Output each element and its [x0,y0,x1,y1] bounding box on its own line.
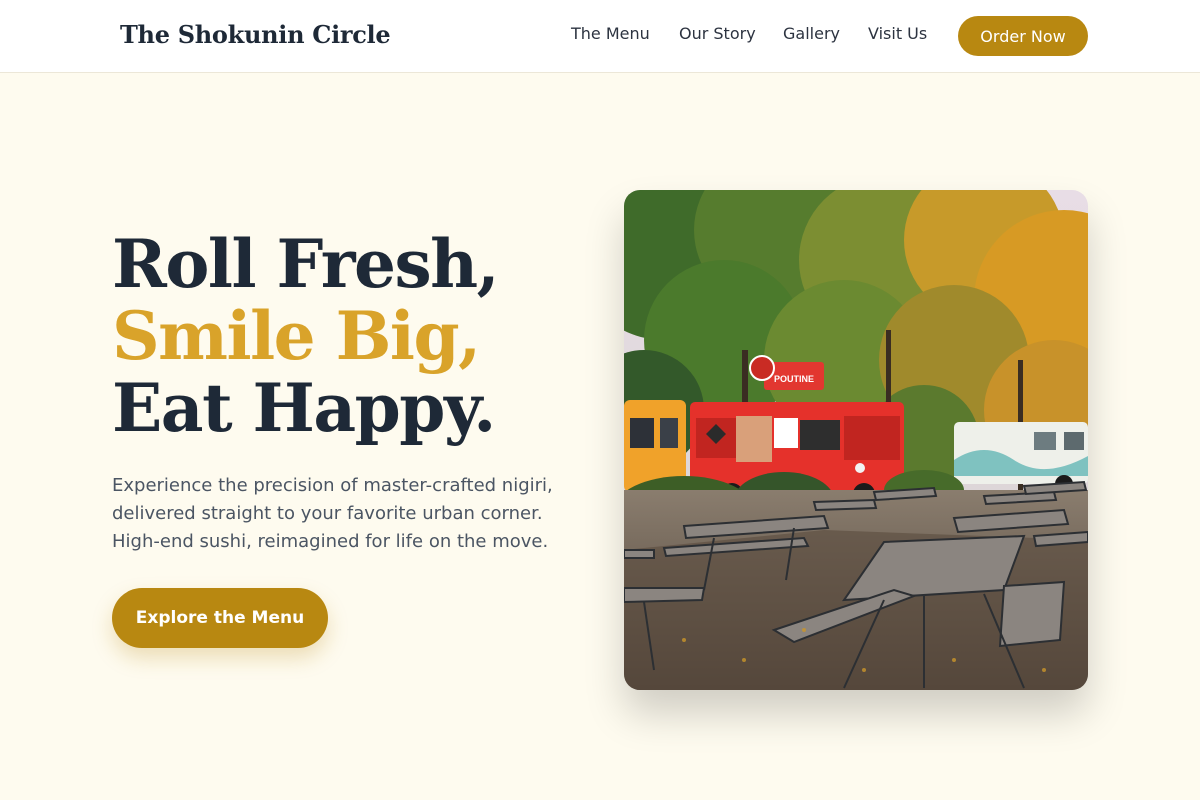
nav-link-menu[interactable]: The Menu [571,24,650,43]
hero-description: Experience the precision of master-craft… [112,472,592,556]
food-truck-park-illustration: POUTINE [624,190,1088,690]
order-now-button[interactable]: Order Now [958,16,1088,56]
description-line-3: High-end sushi, reimagined for life on t… [112,531,549,552]
explore-menu-button[interactable]: Explore the Menu [112,588,328,648]
hero-photo: POUTINE [624,190,1088,690]
nav-link-gallery[interactable]: Gallery [783,24,840,43]
headline-line-3: Eat Happy. [112,369,496,447]
nav-link-our-story[interactable]: Our Story [679,24,756,43]
brand-logo[interactable]: The Shokunin Circle [120,20,391,49]
truck-sign-text: POUTINE [774,374,814,384]
headline-line-1: Roll Fresh, [112,225,500,303]
hero-headline: Roll Fresh, Smile Big, Eat Happy. [112,225,500,447]
description-line-2: delivered straight to your favorite urba… [112,503,543,524]
nav-link-visit-us[interactable]: Visit Us [868,24,927,43]
headline-line-2: Smile Big, [112,297,481,375]
site-header: The Shokunin Circle The Menu Our Story G… [0,0,1200,73]
description-line-1: Experience the precision of master-craft… [112,475,553,496]
